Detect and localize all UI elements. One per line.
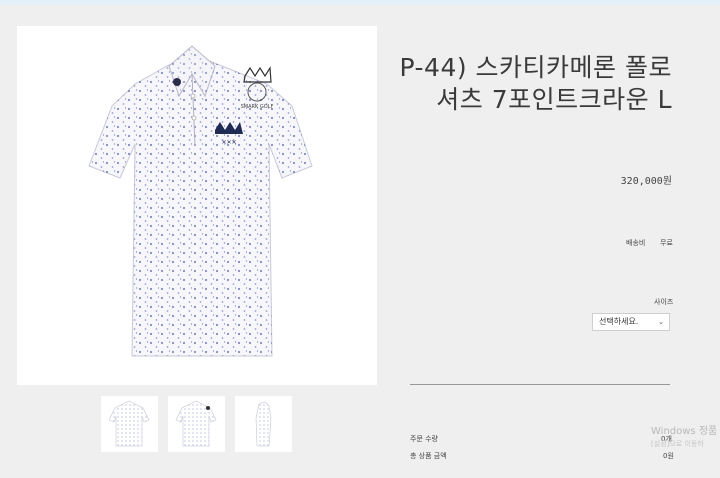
watermark-line2: [설정]으로 이동하 <box>651 440 704 448</box>
size-select-value: 선택하세요. <box>599 317 639 326</box>
product-title-line1: P-44) 스카티카메론 폴로 <box>399 53 672 82</box>
svg-text:SMARK GOLF: SMARK GOLF <box>241 104 274 110</box>
order-total-label: 총 상품 금액 <box>410 452 447 460</box>
windows-activation-watermark: Windows 정품 [설정]으로 이동하 <box>651 426 717 450</box>
size-select[interactable]: 선택하세요. ⌄ <box>592 313 670 331</box>
product-title: P-44) 스카티카메론 폴로 셔츠 7포인트크라운 L <box>352 52 672 116</box>
thumbnail-shirt-back <box>175 400 217 447</box>
thumbnail-back[interactable] <box>168 396 225 452</box>
thumbnail-shirt-side <box>255 401 272 447</box>
thumbnail-shirt-front <box>108 400 150 447</box>
thumbnail-side[interactable] <box>235 396 292 452</box>
product-title-line2: 셔츠 7포인트크라운 L <box>436 85 672 114</box>
order-quantity-label: 주문 수량 <box>410 435 438 443</box>
thumbnail-front[interactable] <box>101 396 158 452</box>
shipping-label: 배송비 <box>626 239 646 247</box>
main-product-image: ✕✕✕ SMARK GOLF <box>17 26 377 385</box>
section-divider <box>410 384 670 385</box>
size-label: 사이즈 <box>654 298 674 306</box>
svg-text:✕✕✕: ✕✕✕ <box>221 139 236 146</box>
chevron-down-icon: ⌄ <box>658 318 664 326</box>
watermark-line1: Windows 정품 <box>651 426 718 437</box>
product-price: 320,000원 <box>620 176 672 187</box>
order-total-value: 0원 <box>663 452 674 460</box>
shipping-value: 무료 <box>660 239 673 247</box>
polo-shirt-illustration: ✕✕✕ SMARK GOLF <box>88 45 313 357</box>
browser-top-strip <box>0 0 720 5</box>
